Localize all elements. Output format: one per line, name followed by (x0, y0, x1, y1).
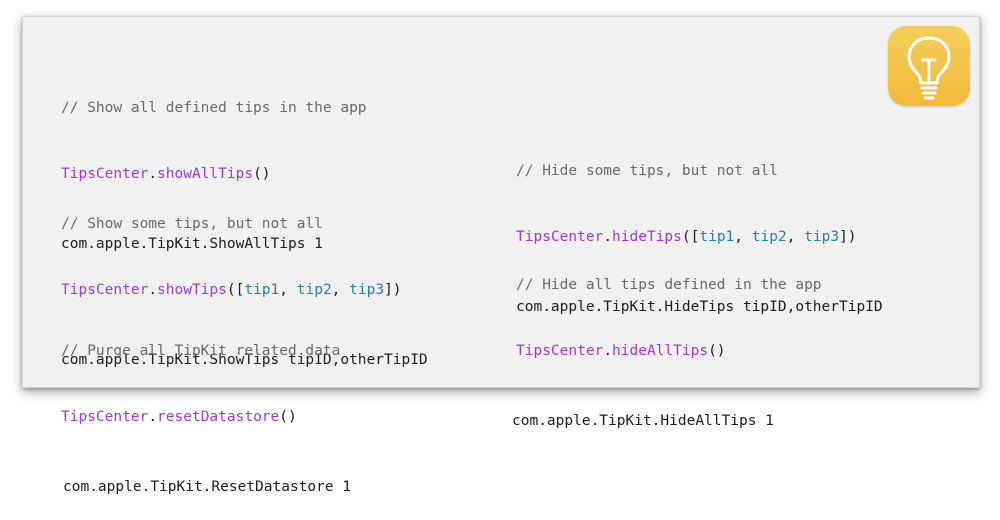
lightbulb-glyph (907, 36, 951, 100)
dot: . (603, 343, 613, 359)
type-name: TipsCenter (516, 343, 604, 359)
close-bracket: ]) (839, 229, 857, 245)
lightbulb-icon (888, 26, 970, 106)
type-name: TipsCenter (61, 409, 149, 425)
code-line: TipsCenter.hideAllTips() (516, 340, 822, 362)
code-comment: // Purge all TipKit related data (61, 343, 341, 359)
code-line: TipsCenter.resetDatastore() (61, 406, 351, 428)
code-comment: // Show some tips, but not all (61, 216, 323, 232)
code-block-hide-all-tips: // Hide all tips defined in the app Tips… (512, 230, 822, 454)
command-line: com.apple.TipKit.HideAllTips 1 (512, 413, 774, 429)
code-comment: // Hide some tips, but not all (516, 163, 778, 179)
parens: () (708, 343, 726, 359)
code-block-reset-datastore: // Purge all TipKit related data TipsCen… (61, 296, 351, 520)
parens: () (279, 409, 297, 425)
close-bracket: ]) (384, 282, 402, 298)
code-comment: // Show all defined tips in the app (61, 100, 367, 116)
dot: . (148, 409, 158, 425)
method-name: hideAllTips (612, 343, 709, 359)
command-line: com.apple.TipKit.ResetDatastore 1 (63, 479, 352, 495)
code-comment: // Hide all tips defined in the app (516, 277, 822, 293)
method-name: resetDatastore (157, 409, 280, 425)
argument-tip3: tip3 (349, 282, 385, 298)
